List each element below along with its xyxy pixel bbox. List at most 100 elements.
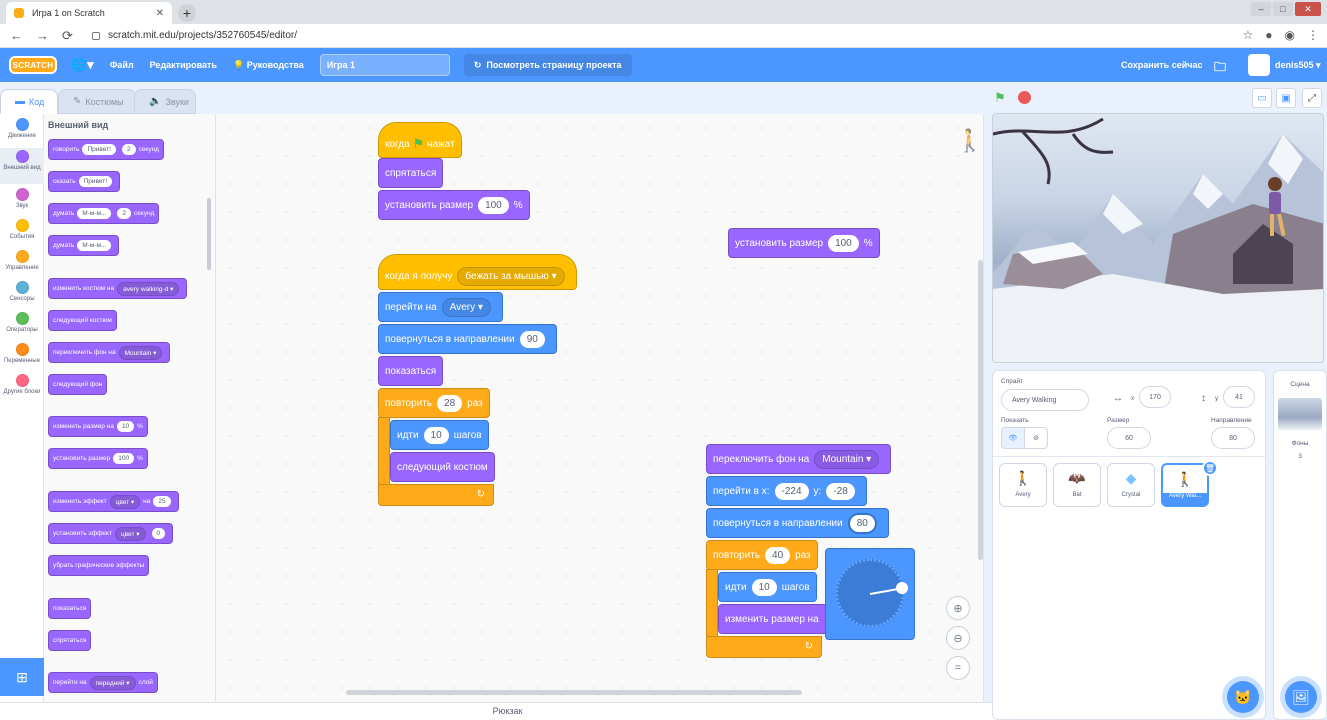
when-i-receive-block[interactable]: когда я получу бежать за мышью ▾ bbox=[378, 254, 577, 290]
block-dropdown[interactable]: цвет ▾ bbox=[114, 526, 146, 541]
backdrop-dropdown[interactable]: Mountain ▾ bbox=[814, 449, 880, 469]
y-input[interactable]: 41 bbox=[1223, 386, 1255, 408]
reload-icon[interactable]: ⟳ bbox=[62, 28, 78, 44]
size-input[interactable]: 100 bbox=[828, 234, 859, 252]
repeat-block[interactable]: повторить 28 раз bbox=[378, 388, 490, 418]
palette-block-think-secs[interactable]: думать М-м-м... 2 секунд bbox=[48, 203, 160, 224]
go-to-xy-block[interactable]: перейти в x: -224 y: -28 bbox=[706, 476, 867, 506]
move-steps-block-2[interactable]: идти 10 шагов bbox=[718, 572, 817, 602]
palette-block-set-effect[interactable]: установить эффект цвет ▾ 0 bbox=[48, 523, 174, 544]
menu-icon[interactable]: ⋮ bbox=[1307, 28, 1319, 42]
fullscreen-icon[interactable]: ⤢ bbox=[1302, 88, 1322, 108]
tab-sounds[interactable]: 🔈 Звуки bbox=[134, 89, 196, 114]
point-direction-block[interactable]: повернуться в направлении 90 bbox=[378, 324, 557, 354]
size-input[interactable]: 60 bbox=[1107, 427, 1151, 449]
large-stage-icon[interactable]: ▣ bbox=[1276, 88, 1296, 108]
block-input[interactable]: 25 bbox=[153, 496, 171, 507]
delete-sprite-trash-icon[interactable]: 🗑 bbox=[1202, 460, 1218, 476]
palette-scrollbar[interactable] bbox=[207, 198, 211, 270]
tab-code[interactable]: ▬ Код bbox=[0, 89, 58, 114]
palette-block-show[interactable]: показаться bbox=[48, 598, 92, 619]
block-dropdown[interactable]: передний ▾ bbox=[89, 675, 136, 690]
block-input[interactable]: Привет! bbox=[78, 176, 113, 187]
choose-backdrop-button[interactable]: 🖼 bbox=[1285, 681, 1317, 713]
next-costume-block[interactable]: следующий костюм bbox=[390, 452, 495, 482]
category-looks[interactable]: Внешний вид bbox=[0, 148, 44, 184]
code-workspace[interactable]: 🚶 когда ⚑ нажат спрятаться установить ра… bbox=[216, 114, 984, 702]
point-direction-block-2[interactable]: повернуться в направлении 80 bbox=[706, 508, 889, 538]
category-variables[interactable]: Переменные bbox=[0, 343, 44, 371]
dial-knob-handle[interactable] bbox=[896, 582, 908, 594]
block-dropdown[interactable]: Mountain ▾ bbox=[118, 345, 163, 360]
sprite-thumb-bat[interactable]: 🦇 Bat bbox=[1053, 463, 1101, 507]
category-events[interactable]: События bbox=[0, 219, 44, 247]
show-visible-button[interactable]: 👁 bbox=[1001, 427, 1025, 449]
sprite-thumb-avery-walking[interactable]: 🚶 Avery Wal... 🗑 bbox=[1161, 460, 1218, 507]
x-input[interactable]: -224 bbox=[774, 482, 809, 500]
palette-block-clear-effects[interactable]: убрать графические эффекты bbox=[48, 555, 150, 576]
switch-backdrop-block[interactable]: переключить фон на Mountain ▾ bbox=[706, 444, 892, 474]
block-input[interactable]: 2 bbox=[117, 208, 132, 219]
when-flag-clicked-block[interactable]: когда ⚑ нажат bbox=[378, 122, 462, 158]
category-operators[interactable]: Операторы bbox=[0, 312, 44, 340]
my-stuff-folder-icon[interactable]: 🗀 bbox=[1214, 58, 1226, 79]
add-extension-button[interactable]: ⊞ bbox=[0, 658, 44, 696]
choose-sprite-button[interactable]: 🐱 bbox=[1227, 681, 1259, 713]
workspace-horizontal-scrollbar[interactable] bbox=[346, 690, 802, 695]
sprite-thumb-avery[interactable]: 🚶 Avery bbox=[999, 463, 1047, 507]
target-dropdown[interactable]: Avery ▾ bbox=[441, 297, 491, 317]
stage-selector[interactable]: Сцена Фоны 3 🖼 bbox=[1273, 370, 1327, 720]
direction-dial-popup[interactable] bbox=[825, 548, 915, 640]
small-stage-icon[interactable]: ▭ bbox=[1252, 88, 1272, 108]
repeat-input[interactable]: 40 bbox=[765, 546, 791, 564]
set-size-block[interactable]: установить размер 100% bbox=[378, 190, 530, 220]
language-globe-icon[interactable]: 🌐▾ bbox=[71, 57, 94, 73]
see-project-page-button[interactable]: ↻ Посмотреть страницу проекта bbox=[463, 54, 632, 76]
palette-block-change-effect[interactable]: изменить эффект цвет ▾ на 25 bbox=[48, 491, 179, 512]
file-menu[interactable]: Файл bbox=[110, 60, 134, 70]
direction-input-active[interactable]: 80 bbox=[847, 512, 877, 534]
category-motion[interactable]: Движение bbox=[0, 118, 44, 148]
extension-icon[interactable]: ● bbox=[1265, 28, 1272, 42]
stage-canvas[interactable] bbox=[992, 113, 1324, 363]
size-input[interactable]: 100 bbox=[478, 196, 509, 214]
zoom-out-button[interactable]: ⊖ bbox=[946, 626, 970, 650]
show-hidden-button[interactable]: ⊘ bbox=[1024, 427, 1048, 449]
palette-block-switch-backdrop[interactable]: переключить фон на Mountain ▾ bbox=[48, 342, 171, 363]
block-dropdown[interactable]: цвет ▾ bbox=[109, 494, 141, 509]
block-input[interactable]: 2 bbox=[121, 144, 136, 155]
block-input[interactable]: 100 bbox=[113, 453, 135, 464]
user-avatar[interactable] bbox=[1248, 54, 1270, 76]
palette-block-change-size[interactable]: изменить размер на 10% bbox=[48, 416, 148, 437]
close-window-icon[interactable]: ✕ bbox=[1295, 2, 1321, 16]
forward-icon[interactable]: → bbox=[36, 28, 52, 43]
hide-block[interactable]: спрятаться bbox=[378, 158, 444, 188]
palette-block-hide[interactable]: спрятаться bbox=[48, 630, 92, 651]
show-block[interactable]: показаться bbox=[378, 356, 444, 386]
block-dropdown[interactable]: avery walking-d ▾ bbox=[117, 281, 180, 296]
category-sensing[interactable]: Сенсоры bbox=[0, 281, 44, 309]
url-field[interactable]: scratch.mit.edu/projects/352760545/edito… bbox=[92, 30, 297, 41]
tutorials-menu[interactable]: 💡 Руководства bbox=[233, 60, 304, 71]
category-control[interactable]: Управление bbox=[0, 250, 44, 278]
block-input[interactable]: М-м-м... bbox=[77, 240, 112, 251]
edit-menu[interactable]: Редактировать bbox=[150, 60, 217, 70]
backpack-bar[interactable]: Рюкзак bbox=[0, 702, 1015, 720]
steps-input[interactable]: 10 bbox=[423, 426, 449, 444]
category-my-blocks[interactable]: Другие блоки bbox=[0, 374, 44, 408]
zoom-reset-button[interactable]: = bbox=[946, 656, 970, 680]
steps-input[interactable]: 10 bbox=[751, 578, 777, 596]
tab-costumes[interactable]: ✎ Костюмы bbox=[58, 89, 136, 114]
minimize-icon[interactable]: – bbox=[1251, 2, 1271, 16]
green-flag-button[interactable]: ⚑ bbox=[994, 90, 1006, 106]
palette-block-set-size[interactable]: установить размер 100% bbox=[48, 448, 148, 469]
message-dropdown[interactable]: бежать за мышью ▾ bbox=[457, 266, 565, 286]
palette-block-go-layer[interactable]: перейти на передний ▾ слой bbox=[48, 672, 158, 693]
sprite-name-input[interactable]: Avery Walking bbox=[1001, 389, 1089, 411]
close-tab-icon[interactable]: ✕ bbox=[156, 8, 164, 19]
new-tab-button[interactable]: + bbox=[178, 4, 196, 22]
star-icon[interactable]: ☆ bbox=[1243, 28, 1254, 42]
stop-button[interactable] bbox=[1018, 91, 1031, 104]
palette-block-next-costume[interactable]: следующий костюм bbox=[48, 310, 117, 331]
block-input[interactable]: М-м-м... bbox=[77, 208, 112, 219]
